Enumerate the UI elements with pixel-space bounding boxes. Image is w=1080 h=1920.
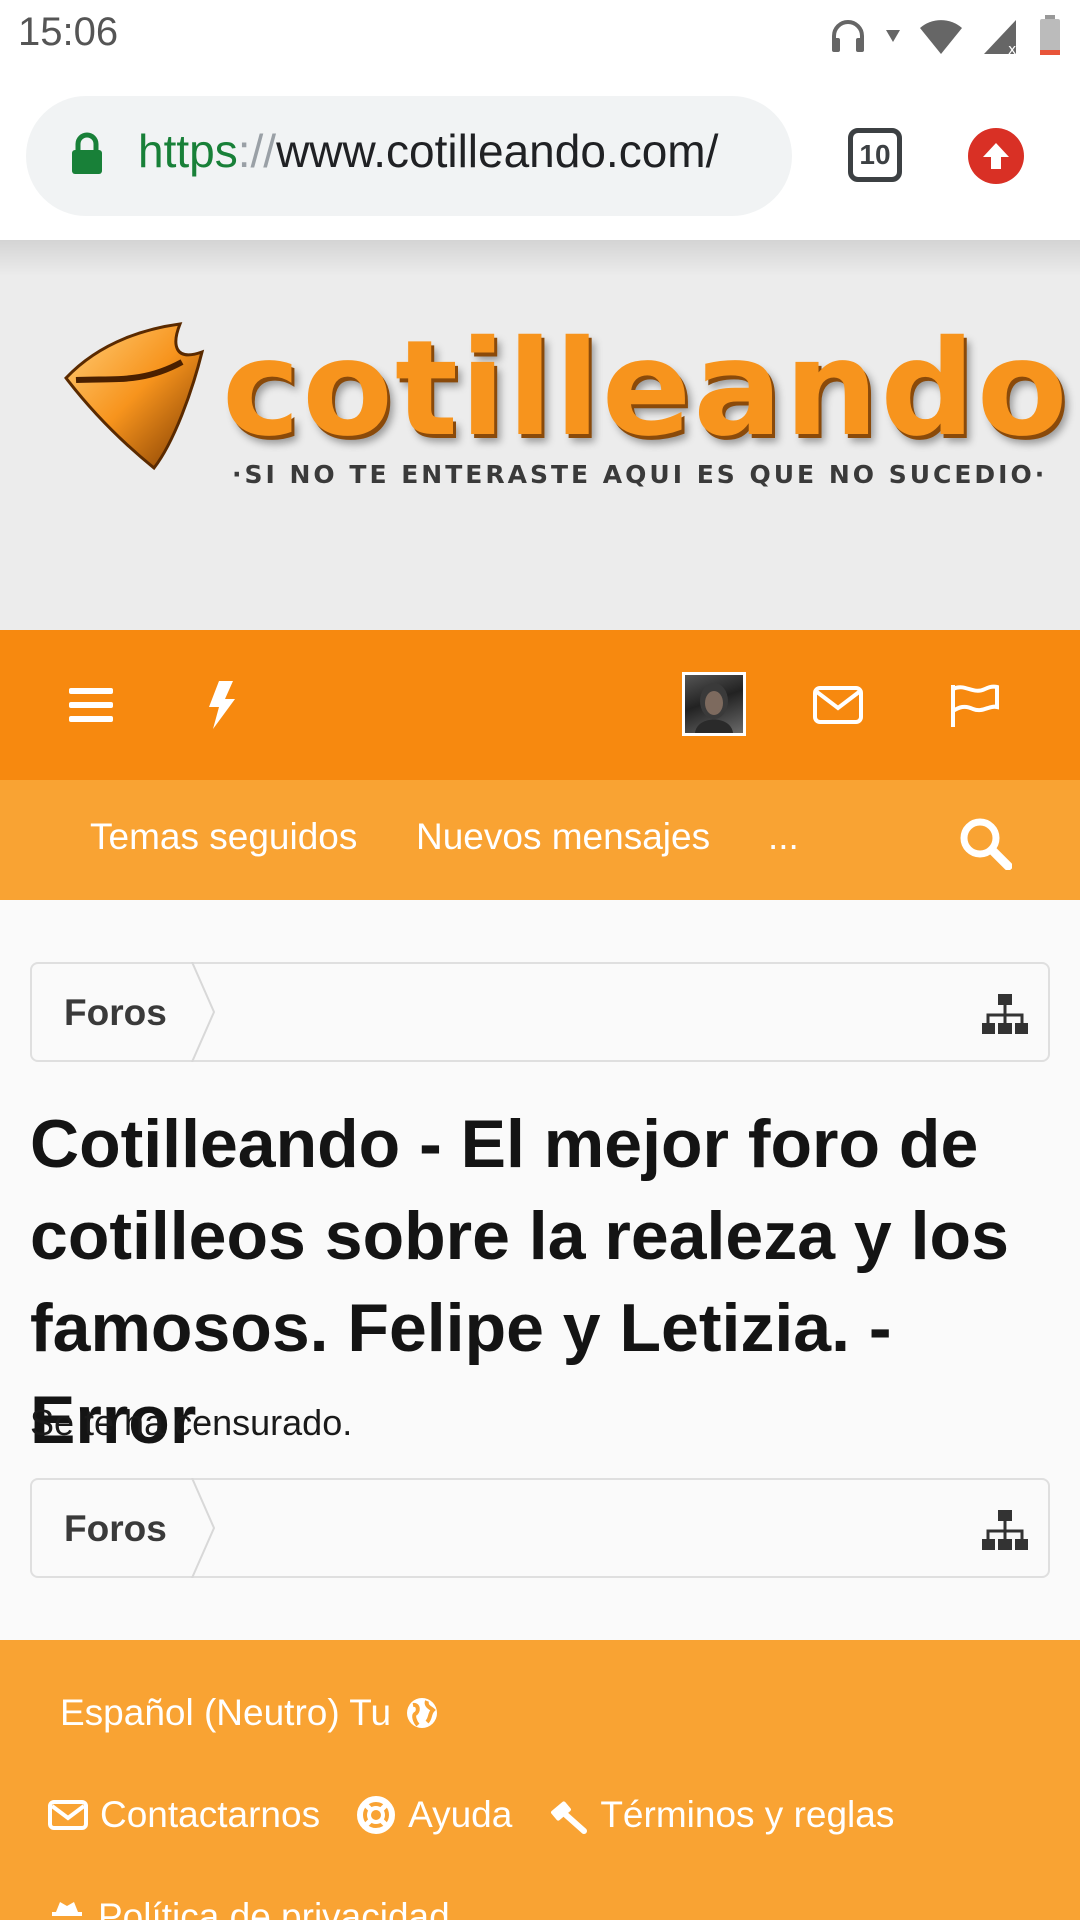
svg-text:x: x	[1008, 42, 1016, 56]
footer-links: Contactarnos Ayuda Términos y reglas	[48, 1794, 894, 1836]
footer-privacy-label: Política de privacidad	[98, 1896, 450, 1920]
url-scheme: https	[138, 125, 238, 177]
tab-count: 10	[859, 139, 891, 170]
footer-help-label: Ayuda	[408, 1794, 513, 1835]
footer-terms-label: Términos y reglas	[600, 1794, 895, 1835]
bolt-icon	[209, 681, 235, 729]
nav-link-nuevos-mensajes[interactable]: Nuevos mensajes	[416, 816, 710, 858]
footer-contact-label: Contactarnos	[100, 1794, 321, 1835]
lips-logo-icon	[64, 322, 205, 471]
site-footer: Español (Neutro) Tu Contactarnos Ayuda T…	[0, 1640, 1080, 1920]
avatar[interactable]	[682, 672, 746, 736]
headset-icon	[832, 20, 864, 52]
error-message: Se te ha censurado.	[30, 1402, 353, 1443]
site-tagline: ·SI NO TE ENTERASTE AQUI ES QUE NO SUCED…	[232, 460, 1048, 489]
status-bar: 15:06 x	[0, 0, 1080, 72]
arrow-up-icon	[983, 143, 1009, 169]
url-host: www.cotilleando.com/	[276, 125, 719, 177]
url-text[interactable]: https://www.cotilleando.com/	[138, 124, 718, 178]
lifebuoy-icon	[357, 1796, 396, 1834]
footer-link-terms[interactable]: Términos y reglas	[548, 1794, 894, 1836]
language-label: Español (Neutro) Tu	[60, 1692, 392, 1733]
envelope-icon	[813, 686, 863, 724]
flag-icon	[951, 684, 999, 727]
language-chooser[interactable]: Español (Neutro) Tu	[60, 1692, 439, 1734]
gavel-icon	[551, 1801, 588, 1834]
search-button[interactable]	[958, 816, 1013, 875]
primary-nav	[0, 630, 1080, 780]
user-secret-icon	[52, 1902, 82, 1916]
tab-switcher-button[interactable]: 10	[848, 128, 902, 182]
menu-button[interactable]	[66, 674, 116, 736]
alerts-button[interactable]	[948, 674, 1000, 736]
nav-link-temas-seguidos[interactable]: Temas seguidos	[90, 816, 357, 858]
download-arrow-icon	[886, 30, 900, 42]
secondary-nav: Temas seguidos Nuevos mensajes ...	[0, 780, 1080, 900]
url-bar[interactable]: https://www.cotilleando.com/	[26, 96, 792, 216]
avatar-image	[695, 683, 733, 733]
footer-link-contact[interactable]: Contactarnos	[48, 1794, 320, 1836]
footer-link-privacy[interactable]: Política de privacidad	[50, 1896, 450, 1920]
breadcrumb-item-foros[interactable]: Foros	[64, 992, 167, 1034]
breadcrumb-bottom: Foros	[30, 1478, 1050, 1578]
sitemap-icon[interactable]	[982, 994, 1028, 1034]
breadcrumb: Foros	[30, 962, 1050, 1062]
battery-icon	[1040, 15, 1060, 55]
envelope-icon	[48, 1800, 88, 1830]
site-logo: cotilleando	[222, 312, 1070, 466]
footer-link-help[interactable]: Ayuda	[356, 1794, 512, 1836]
wifi-icon	[920, 20, 962, 54]
banner-shadow	[0, 240, 1080, 276]
signal-icon: x	[984, 20, 1016, 56]
status-time: 15:06	[18, 10, 119, 54]
lock-icon	[72, 132, 102, 174]
update-button[interactable]	[968, 128, 1024, 184]
browser-toolbar: https://www.cotilleando.com/ 10	[0, 72, 1080, 240]
search-icon	[960, 818, 1013, 871]
url-separator: ://	[237, 125, 277, 177]
inbox-button[interactable]	[812, 674, 864, 736]
menu-icon	[69, 688, 113, 722]
sitemap-icon[interactable]	[982, 1510, 1028, 1550]
status-icons: x	[828, 14, 1062, 58]
nav-link-more[interactable]: ...	[768, 816, 799, 858]
whats-new-button[interactable]	[204, 674, 238, 736]
breadcrumb-item-foros[interactable]: Foros	[64, 1508, 167, 1550]
site-banner[interactable]: cotilleando ·SI NO TE ENTERASTE AQUI ES …	[0, 240, 1080, 630]
breadcrumb-chevron-icon	[191, 1478, 216, 1578]
breadcrumb-chevron-icon	[191, 962, 216, 1062]
globe-icon	[407, 1698, 438, 1728]
